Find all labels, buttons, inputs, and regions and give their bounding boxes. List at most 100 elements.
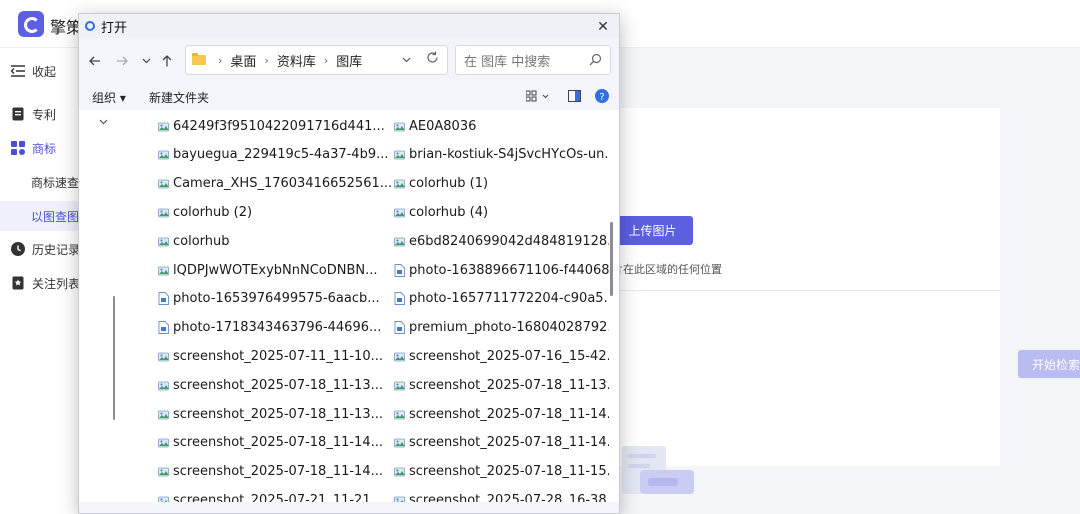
image-file-icon bbox=[158, 408, 169, 421]
sidebar-item-trademark-quick[interactable]: 商标速查 bbox=[0, 167, 80, 197]
breadcrumb-desktop[interactable]: 桌面 bbox=[230, 51, 256, 70]
app-logo-icon bbox=[18, 11, 44, 37]
recent-locations-button[interactable] bbox=[137, 52, 155, 70]
sidebar-item-label: 收起 bbox=[32, 64, 57, 79]
sidebar-item-watchlist[interactable]: 关注列表 bbox=[0, 268, 80, 298]
open-file-dialog: 打开 ✕ › 桌面 › 资料库 › 图库 在 图库 中搜索 组织 ▾ 新建文件夹… bbox=[78, 13, 620, 514]
file-item[interactable]: colorhub bbox=[158, 230, 394, 252]
image-file-icon bbox=[158, 465, 169, 478]
file-item[interactable]: AE0A8036 bbox=[394, 115, 609, 137]
arrow-up-icon bbox=[162, 55, 172, 67]
sidebar: 收起 专利 商标 商标速查 以图查图 历史记录 关注列表 bbox=[0, 48, 80, 514]
back-button[interactable] bbox=[86, 52, 104, 70]
file-item[interactable]: colorhub (1) bbox=[394, 173, 609, 195]
navigation-pane-scrollbar[interactable] bbox=[113, 296, 115, 420]
help-icon[interactable]: ? bbox=[595, 89, 609, 108]
file-name: screenshot_2025-07-16_15-42... bbox=[409, 348, 609, 364]
dialog-titlebar[interactable]: 打开 ✕ bbox=[79, 14, 619, 38]
file-item[interactable]: colorhub (4) bbox=[394, 201, 609, 223]
image-file-icon bbox=[158, 264, 169, 277]
file-item[interactable]: bayuegua_229419c5-4a37-4b9... bbox=[158, 144, 394, 166]
sidebar-item-history[interactable]: 历史记录 bbox=[0, 234, 80, 264]
file-name: e6bd8240699042d484819128... bbox=[409, 233, 609, 249]
sidebar-item-label: 商标速查 bbox=[31, 175, 80, 190]
file-item[interactable]: photo-1657711772204-c90a5... bbox=[394, 288, 609, 310]
file-item[interactable]: photo-1638896671106-f44068... bbox=[394, 259, 609, 281]
image-file-icon bbox=[158, 120, 169, 133]
image-file-icon bbox=[158, 379, 169, 392]
expand-chevron-icon[interactable] bbox=[99, 116, 108, 128]
file-name: Camera_XHS_17603416652561... bbox=[173, 176, 393, 192]
chevron-right-icon: › bbox=[218, 53, 223, 67]
file-item[interactable]: screenshot_2025-07-18_11-14... bbox=[158, 461, 394, 483]
breadcrumb-gallery[interactable]: 图库 bbox=[336, 51, 362, 70]
arrow-left-icon bbox=[89, 56, 100, 66]
file-item[interactable]: colorhub (2) bbox=[158, 201, 394, 223]
sidebar-item-trademark[interactable]: 商标 bbox=[0, 133, 80, 163]
organize-menu[interactable]: 组织 ▾ bbox=[92, 89, 126, 106]
file-name: premium_photo-16804028792... bbox=[409, 320, 609, 336]
file-item[interactable]: screenshot_2025-07-18_11-13... bbox=[158, 403, 394, 425]
file-item[interactable]: screenshot_2025-07-16_15-42... bbox=[394, 345, 609, 367]
image-file-icon bbox=[158, 436, 169, 449]
file-item[interactable]: e6bd8240699042d484819128... bbox=[394, 230, 609, 252]
folder-icon bbox=[192, 53, 206, 65]
sidebar-item-image-search[interactable]: 以图查图 bbox=[0, 201, 80, 231]
sidebar-item-collapse[interactable]: 收起 bbox=[0, 56, 80, 86]
forward-button[interactable] bbox=[113, 52, 131, 70]
file-item[interactable]: screenshot_2025-07-11_11-10... bbox=[158, 345, 394, 367]
file-item[interactable]: 64249f3f9510422091716d441... bbox=[158, 115, 394, 137]
file-item[interactable]: screenshot_2025-07-18_11-13... bbox=[394, 374, 609, 396]
sidebar-item-label: 关注列表 bbox=[32, 276, 81, 291]
document-file-icon bbox=[158, 321, 169, 335]
file-item[interactable]: screenshot_2025-07-18_11-14... bbox=[158, 432, 394, 454]
preview-pane-icon[interactable] bbox=[568, 89, 581, 107]
file-item[interactable]: photo-1653976499575-6aacb... bbox=[158, 288, 394, 310]
file-item[interactable]: screenshot_2025-07-18_11-13... bbox=[158, 374, 394, 396]
file-item[interactable]: screenshot_2025-07-18_11-14... bbox=[394, 432, 609, 454]
file-name: bayuegua_229419c5-4a37-4b9... bbox=[173, 147, 389, 163]
file-item[interactable]: brian-kostiuk-S4jSvcHYcOs-un... bbox=[394, 144, 609, 166]
start-search-button[interactable]: 开始检索 bbox=[1018, 350, 1080, 378]
refresh-icon[interactable] bbox=[426, 51, 439, 68]
breadcrumb-library[interactable]: 资料库 bbox=[277, 51, 316, 70]
search-placeholder: 在 图库 中搜索 bbox=[464, 54, 551, 70]
trademark-icon bbox=[10, 140, 26, 156]
view-options-icon[interactable] bbox=[525, 89, 549, 107]
address-dropdown-icon[interactable] bbox=[402, 53, 411, 66]
document-file-icon bbox=[394, 263, 405, 277]
patent-icon bbox=[10, 106, 26, 122]
file-list-scrollbar[interactable] bbox=[610, 222, 613, 296]
file-name: 64249f3f9510422091716d441... bbox=[173, 118, 385, 134]
file-item[interactable]: Camera_XHS_17603416652561... bbox=[158, 173, 394, 195]
arrow-right-icon bbox=[117, 56, 128, 66]
image-file-icon bbox=[394, 148, 405, 161]
chevron-down-icon bbox=[142, 58, 150, 64]
image-file-icon bbox=[158, 177, 169, 190]
document-file-icon bbox=[394, 321, 405, 335]
file-name: screenshot_2025-07-18_11-13... bbox=[173, 377, 383, 393]
sidebar-item-label: 商标 bbox=[32, 141, 57, 156]
sidebar-item-patent[interactable]: 专利 bbox=[0, 99, 80, 129]
file-name: colorhub (4) bbox=[409, 204, 489, 220]
file-name: colorhub (1) bbox=[409, 176, 489, 192]
upload-image-button[interactable]: 上传图片 bbox=[612, 216, 693, 245]
file-item[interactable]: premium_photo-16804028792... bbox=[394, 317, 609, 339]
close-button[interactable]: ✕ bbox=[593, 16, 613, 36]
image-file-icon bbox=[394, 408, 405, 421]
up-button[interactable] bbox=[158, 52, 176, 70]
search-input[interactable]: 在 图库 中搜索 bbox=[455, 45, 611, 75]
file-name: screenshot_2025-07-18_11-14... bbox=[409, 406, 609, 422]
file-item[interactable]: screenshot_2025-07-18_11-15... bbox=[394, 461, 609, 483]
address-bar[interactable]: › 桌面 › 资料库 › 图库 bbox=[185, 45, 448, 75]
file-name: colorhub bbox=[173, 233, 230, 249]
file-item[interactable]: lQDPJwWOTExybNnNCoDNBN... bbox=[158, 259, 394, 281]
new-folder-button[interactable]: 新建文件夹 bbox=[149, 89, 209, 106]
file-name: colorhub (2) bbox=[173, 204, 253, 220]
file-item[interactable]: photo-1718343463796-44696... bbox=[158, 317, 394, 339]
image-file-icon bbox=[394, 235, 405, 248]
sidebar-item-label: 以图查图 bbox=[31, 209, 80, 224]
image-file-icon bbox=[394, 436, 405, 449]
svg-text:?: ? bbox=[599, 92, 604, 103]
file-item[interactable]: screenshot_2025-07-18_11-14... bbox=[394, 403, 609, 425]
